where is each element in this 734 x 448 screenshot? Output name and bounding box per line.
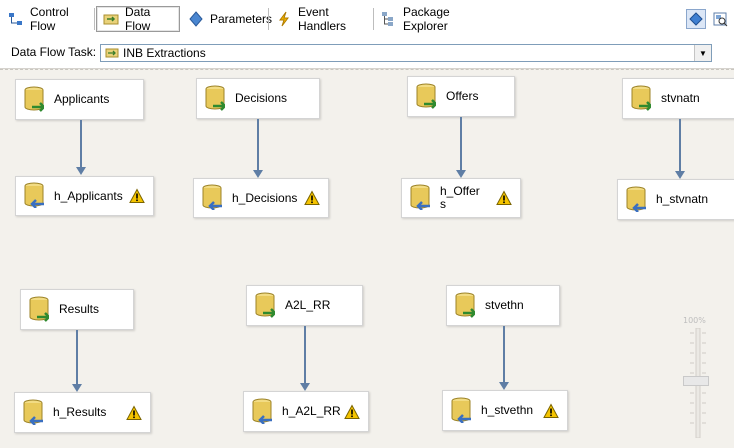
data-path-arrow-icon (499, 382, 509, 390)
designer-tab-strip: Control Flow Data Flow Parameters Event … (0, 0, 734, 38)
dropdown-arrow-icon[interactable]: ▼ (694, 45, 711, 61)
database-source-icon (24, 86, 46, 114)
data-path-arrow-icon (456, 170, 466, 178)
package-explorer-icon (381, 11, 397, 27)
warning-icon[interactable] (543, 403, 559, 418)
zoom-level-label: 100% (683, 316, 706, 325)
source-a2l-rr[interactable]: A2L_RR (246, 285, 363, 326)
tab-control-flow[interactable]: Control Flow (2, 5, 94, 33)
database-source-icon (255, 292, 277, 320)
tab-event-handlers[interactable]: Event Handlers (270, 5, 372, 33)
control-flow-icon (8, 11, 24, 27)
zoom-slider-thumb[interactable] (683, 376, 709, 386)
data-path[interactable] (257, 119, 259, 170)
data-path-arrow-icon (253, 170, 263, 178)
data-flow-icon (103, 11, 119, 27)
warning-icon[interactable] (344, 404, 360, 419)
destination-h-offers[interactable]: h_Offer s (401, 178, 521, 218)
surface-border (0, 69, 734, 70)
diamond-icon (689, 12, 703, 26)
warning-icon[interactable] (304, 190, 320, 206)
data-flow-task-select[interactable]: INB Extractions ▼ (100, 44, 712, 62)
toolbox-button[interactable] (686, 9, 706, 29)
warning-icon[interactable] (126, 405, 142, 420)
data-path[interactable] (304, 326, 306, 383)
database-source-icon (455, 292, 477, 320)
parameters-icon (188, 11, 204, 27)
database-destination-icon (252, 398, 274, 426)
destination-h-stvnatn[interactable]: h_stvnatn (617, 179, 734, 220)
data-path[interactable] (460, 117, 462, 170)
tab-separator (268, 8, 269, 30)
tab-parameters[interactable]: Parameters (182, 6, 272, 32)
data-path[interactable] (76, 330, 78, 384)
tab-separator (94, 8, 95, 30)
database-source-icon (205, 85, 227, 113)
data-path[interactable] (503, 326, 505, 382)
data-flow-task-label: Data Flow Task: (11, 45, 97, 59)
source-stvethn[interactable]: stvethn (446, 285, 560, 326)
database-destination-icon (410, 184, 432, 212)
database-source-icon (29, 296, 51, 324)
source-stvnatn[interactable]: stvnatn (622, 78, 734, 119)
data-path[interactable] (679, 119, 681, 171)
source-decisions[interactable]: Decisions (196, 78, 320, 119)
warning-icon[interactable] (496, 190, 512, 206)
database-destination-icon (24, 182, 46, 210)
data-path-arrow-icon (300, 383, 310, 391)
tab-data-flow[interactable]: Data Flow (96, 5, 180, 33)
database-source-icon (631, 85, 653, 113)
destination-h-decisions[interactable]: h_Decisions (193, 178, 329, 218)
destination-h-a2l-rr[interactable]: h_A2L_RR (243, 391, 369, 432)
data-path-arrow-icon (72, 384, 82, 392)
source-results[interactable]: Results (20, 289, 134, 330)
data-flow-task-bar: Data Flow Task: INB Extractions ▼ (0, 37, 734, 69)
event-handlers-icon (276, 11, 292, 27)
destination-h-results[interactable]: h_Results (14, 392, 151, 433)
data-path[interactable] (80, 120, 82, 168)
data-path-arrow-icon (675, 171, 685, 179)
destination-h-stvethn[interactable]: h_stvethn (442, 390, 568, 431)
tab-package-explorer[interactable]: Package Explorer (375, 5, 495, 33)
database-destination-icon (202, 184, 224, 212)
zoom-to-fit-button[interactable] (710, 9, 730, 29)
database-destination-icon (626, 186, 648, 214)
source-offers[interactable]: Offers (407, 76, 515, 117)
tab-separator (373, 8, 374, 30)
zoom-fit-icon (713, 12, 728, 27)
data-flow-task-icon (105, 46, 119, 63)
database-source-icon (416, 83, 438, 111)
h-offers-label: h_Offer s (440, 184, 480, 211)
data-path-arrow-icon (76, 167, 86, 175)
source-applicants[interactable]: Applicants (15, 79, 144, 120)
warning-icon[interactable] (129, 188, 145, 204)
database-destination-icon (23, 399, 45, 427)
database-destination-icon (451, 397, 473, 425)
destination-h-applicants[interactable]: h_Applicants (15, 176, 154, 216)
